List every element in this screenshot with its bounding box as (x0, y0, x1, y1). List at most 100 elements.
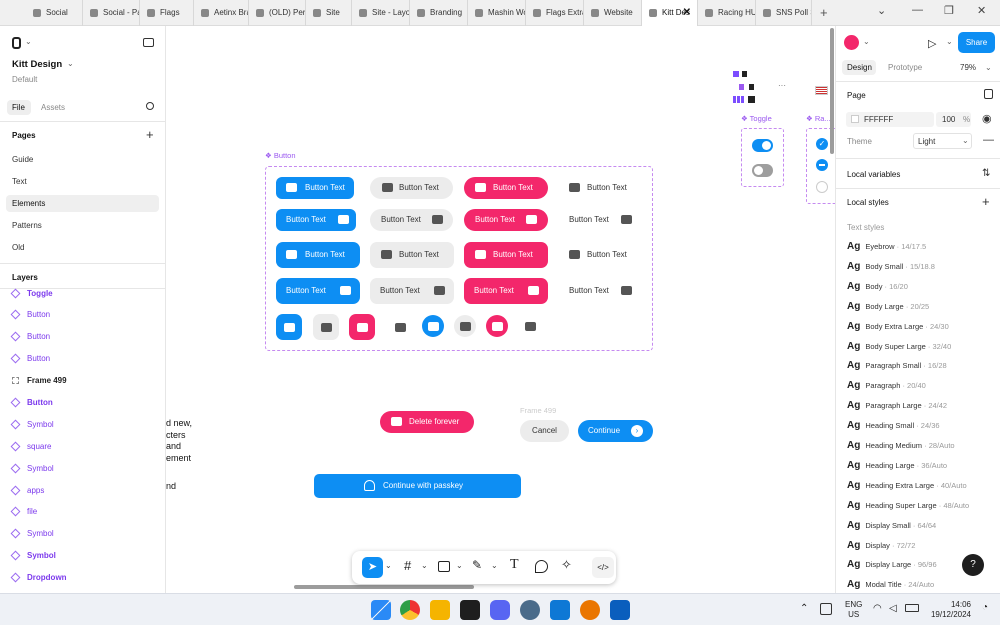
button-pink-large[interactable]: Button Text (464, 278, 548, 304)
move-tool-icon[interactable]: ➤ (362, 557, 383, 578)
tab-sns-poll[interactable]: SNS Poll Sli (756, 0, 812, 26)
tab-flags[interactable]: Flags (140, 0, 194, 26)
text-style-item[interactable]: Ag Heading Small · 24/36 (847, 420, 940, 431)
tab-flags-extras[interactable]: Flags Extras (526, 0, 584, 26)
button-blue[interactable]: Button Text (276, 209, 356, 231)
toggle-component-set[interactable] (741, 128, 784, 187)
radio-indeterminate-icon[interactable] (816, 159, 828, 171)
vertical-scrollbar[interactable] (830, 28, 834, 154)
flag-icon[interactable] (815, 86, 828, 95)
tab-social-pages[interactable]: Social - Pag (83, 0, 140, 26)
page-item-text[interactable]: Text (12, 177, 27, 186)
styles-icon[interactable] (984, 89, 993, 99)
toggle-off[interactable] (752, 164, 773, 177)
text-style-item[interactable]: Ag Eyebrow · 14/17.5 (847, 241, 926, 252)
tab-aetinx-brand[interactable]: Aetinx Bran (194, 0, 249, 26)
zoom-level[interactable]: 79% (960, 63, 976, 72)
layer-item[interactable]: Button (10, 331, 50, 342)
text-style-item[interactable]: Ag Body Super Large · 32/40 (847, 341, 951, 352)
button-grey[interactable]: Button Text (370, 209, 453, 231)
local-variables[interactable]: Local variables (847, 170, 900, 179)
button-pink-large[interactable]: Button Text (464, 242, 548, 268)
tab-site[interactable]: Site (306, 0, 352, 26)
icon-button-grey[interactable] (313, 314, 339, 340)
symbol-square[interactable] (742, 71, 747, 77)
component-label[interactable]: ❖ Button (265, 151, 296, 160)
discord-icon[interactable] (490, 600, 510, 620)
windows-start-icon[interactable] (371, 600, 391, 620)
file-name[interactable]: Kitt Design (12, 59, 62, 70)
pen-tool-icon[interactable]: ✎ (472, 558, 482, 572)
button-plain[interactable]: Button Text (560, 244, 638, 266)
text-style-item[interactable]: Ag Body Large · 20/25 (847, 301, 929, 312)
variables-settings-icon[interactable]: ⇅ (982, 168, 990, 179)
tab-website[interactable]: Website (584, 0, 642, 26)
text-style-item[interactable]: Ag Body · 16/20 (847, 281, 908, 292)
text-style-item[interactable]: Ag Paragraph Small · 16/28 (847, 360, 947, 371)
chevron-down-icon[interactable]: ⌄ (67, 59, 74, 68)
layer-item[interactable]: Symbol (10, 528, 54, 539)
sidebar-toggle-icon[interactable] (143, 38, 154, 47)
button-grey-large[interactable]: Button Text (370, 242, 454, 268)
icon-button-pink[interactable] (349, 314, 375, 340)
icon-button-pink-round[interactable] (486, 315, 508, 337)
continue-with-passkey-button[interactable]: Continue with passkey (314, 474, 521, 498)
button-grey-large[interactable]: Button Text (370, 278, 454, 304)
color-swatch[interactable] (851, 115, 859, 123)
chevron-down-icon[interactable]: ⌄ (421, 561, 428, 570)
text-style-item[interactable]: Ag Heading Extra Large · 40/Auto (847, 480, 967, 491)
play-icon[interactable]: ▷ (928, 37, 936, 50)
chevron-down-icon[interactable]: ⌄ (385, 561, 392, 570)
radio-unchecked-icon[interactable] (816, 181, 828, 193)
tab-site-layout[interactable]: Site - Layou (352, 0, 410, 26)
layer-item[interactable]: Toggle (10, 288, 53, 299)
button-blue-large[interactable]: Button Text (276, 242, 360, 268)
frame-tool-icon[interactable]: # (404, 558, 411, 573)
minimize-icon[interactable]: — (912, 4, 923, 16)
tab-kitt-design[interactable]: Kitt Des ✕ (642, 0, 698, 26)
apps-icon[interactable] (733, 96, 745, 103)
chrome-icon[interactable] (400, 600, 420, 620)
chevron-down-icon[interactable]: ⌄ (456, 561, 463, 570)
eye-icon[interactable]: ◉ (982, 112, 992, 125)
button-pink[interactable]: Button Text (464, 177, 548, 199)
layer-item[interactable]: Button (10, 397, 53, 408)
icon-button-plain[interactable] (387, 314, 413, 340)
text-style-item[interactable]: Ag Heading Super Large · 48/Auto (847, 500, 969, 511)
file-icon[interactable] (749, 84, 754, 90)
button-blue-large[interactable]: Button Text (276, 278, 360, 304)
layer-item[interactable]: apps (10, 485, 44, 496)
icon-button-grey-round[interactable] (454, 315, 476, 337)
page-item-patterns[interactable]: Patterns (12, 221, 42, 230)
volume-icon[interactable]: ◁ (889, 603, 897, 614)
language-indicator[interactable]: ENG US (845, 600, 862, 620)
file-explorer-icon[interactable] (430, 600, 450, 620)
icon-button-plain-round[interactable] (519, 315, 541, 337)
close-window-icon[interactable]: ✕ (977, 4, 986, 17)
text-style-item[interactable]: Ag Paragraph · 20/40 (847, 380, 926, 391)
cancel-button[interactable]: Cancel (520, 420, 569, 442)
text-style-item[interactable]: Ag Heading Medium · 28/Auto (847, 440, 955, 451)
minus-icon[interactable]: — (983, 134, 994, 146)
restore-icon[interactable]: ❐ (944, 4, 954, 17)
close-tab-icon[interactable]: ✕ (683, 0, 691, 26)
layer-item[interactable]: Symbol (10, 419, 54, 430)
chevron-down-icon[interactable]: ⌄ (877, 4, 886, 17)
avatar[interactable] (844, 35, 859, 50)
help-button[interactable]: ? (962, 554, 984, 576)
layer-item[interactable]: Button (10, 353, 50, 364)
icon-button-blue-round[interactable] (422, 315, 444, 337)
text-style-item[interactable]: Ag Modal Title · 24/Auto (847, 579, 934, 590)
continue-button[interactable]: Continue › (578, 420, 653, 442)
tab-racing-hud[interactable]: Racing HUD (698, 0, 756, 26)
new-tab-icon[interactable]: + (820, 5, 828, 20)
horizontal-scrollbar[interactable] (294, 585, 474, 589)
icon-button-blue[interactable] (276, 314, 302, 340)
more-icon[interactable]: ··· (778, 81, 786, 90)
layer-item[interactable]: Symbol (10, 550, 56, 561)
radio-label[interactable]: ❖ Ra... (806, 114, 831, 123)
page-item-old[interactable]: Old (12, 243, 24, 252)
button-grey[interactable]: Button Text (370, 177, 453, 199)
outlook-icon[interactable] (610, 600, 630, 620)
text-style-item[interactable]: Ag Display Small · 64/64 (847, 520, 936, 531)
